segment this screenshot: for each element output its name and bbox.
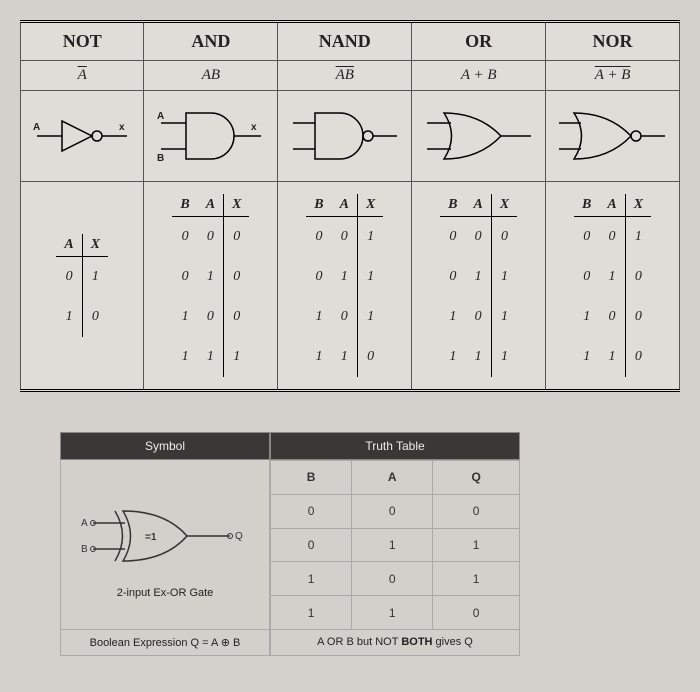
truth-table-nand: BAX001011101110 [278, 182, 412, 391]
xor-header-symbol: Symbol [60, 432, 270, 460]
not-gate-icon: A x [27, 106, 137, 166]
gate-expr-nor: A + B [546, 61, 680, 91]
gate-expr-nand: AB [278, 61, 412, 91]
truth-table-and: BAX000010100111 [144, 182, 278, 391]
svg-text:=1: =1 [145, 532, 157, 543]
xor-expression: Boolean Expression Q = A ⊕ B [60, 630, 270, 656]
nand-gate-icon [285, 101, 405, 171]
svg-text:A: A [157, 111, 164, 122]
nor-gate-icon [553, 101, 673, 171]
truth-table-or: BAX000011101111 [412, 182, 546, 391]
svg-text:B: B [157, 153, 164, 164]
gate-symbol-and: A B x [144, 91, 278, 182]
xor-caption: 2-input Ex-OR Gate [117, 587, 214, 599]
gate-expr-or: A + B [412, 61, 546, 91]
xor-symbol-cell: A B Q =1 2-input Ex-OR Gate [60, 460, 270, 630]
gate-expr-not: A [21, 61, 144, 91]
gate-name-not: NOT [21, 22, 144, 61]
svg-text:A: A [81, 518, 88, 529]
gate-name-nand: NAND [278, 22, 412, 61]
truth-table-not: AX0110 [21, 182, 144, 391]
gate-name-or: OR [412, 22, 546, 61]
gate-name-nor: NOR [546, 22, 680, 61]
logic-gates-table: NOT AND NAND OR NOR A AB AB A + B A + B … [20, 20, 680, 392]
xor-description: A OR B but NOT BOTH gives Q [270, 630, 520, 656]
svg-text:A: A [33, 122, 40, 133]
gate-symbol-not: A x [21, 91, 144, 182]
truth-table-nor: BAX001010100110 [546, 182, 680, 391]
xor-gate-panel: Symbol Truth Table A B Q =1 2-input Ex-O… [60, 432, 520, 656]
gate-name-and: AND [144, 22, 278, 61]
gate-expr-and: AB [144, 61, 278, 91]
and-gate-icon: A B x [151, 101, 271, 171]
xor-gate-icon: A B Q =1 [75, 491, 255, 581]
gate-symbol-nor [546, 91, 680, 182]
xor-header-tt: Truth Table [270, 432, 520, 460]
xor-truth-table: BAQ000011101110 [270, 460, 520, 630]
svg-text:Q: Q [235, 531, 243, 542]
gate-symbol-nand [278, 91, 412, 182]
xor-tt-cell: BAQ000011101110 [270, 460, 520, 630]
gate-symbol-or [412, 91, 546, 182]
svg-text:x: x [251, 122, 257, 133]
svg-text:x: x [119, 122, 125, 133]
svg-text:B: B [81, 544, 88, 555]
or-gate-icon [419, 101, 539, 171]
